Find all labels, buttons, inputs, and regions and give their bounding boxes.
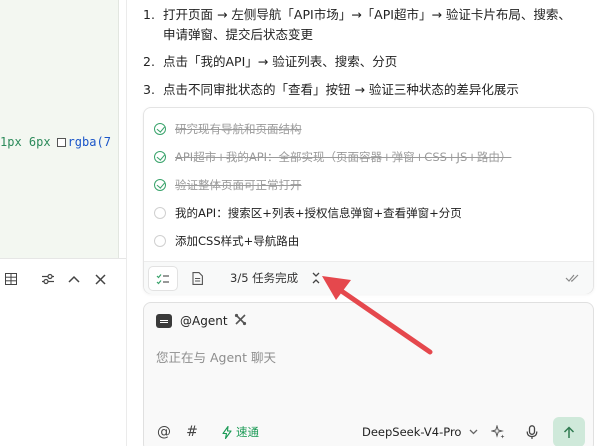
task-text: 添加CSS样式+导航路由 (175, 234, 300, 248)
task-footer: 3/5 任务完成 (144, 261, 593, 294)
left-pane: 1px 6px rgba(7 (0, 0, 127, 446)
hash-icon[interactable]: # (184, 419, 200, 445)
speed-label: 速通 (236, 425, 259, 439)
task-item[interactable]: 研究现有导航和页面结构 (154, 119, 302, 139)
bot-icon (156, 314, 172, 328)
step-item: 1. 打开页面 → 左侧导航「API市场」→「API超市」→ 验证卡片布局、搜索、 (143, 5, 571, 25)
code-function: rgba(7 (67, 135, 111, 149)
empty-circle-icon (154, 235, 166, 247)
task-list-button[interactable] (148, 266, 178, 291)
step-item: 3. 点击不同审批状态的「查看」按钮 → 验证三种状态的差异化展示 (143, 80, 519, 100)
code-editor[interactable] (0, 0, 118, 258)
empty-circle-icon (154, 207, 166, 219)
task-item[interactable]: 添加CSS样式+导航路由 (154, 231, 299, 251)
task-item[interactable]: 验证整体页面可正常打开 (154, 175, 302, 195)
tools-icon (234, 313, 247, 329)
at-mention-icon[interactable]: @ (156, 419, 172, 445)
step-number: 2. (143, 54, 155, 69)
step-item-continuation: 申请弹窗、提交后状态变更 (163, 27, 314, 42)
collapse-icon[interactable] (310, 270, 322, 286)
panel-toolbar (0, 264, 127, 294)
task-card: 研究现有导航和页面结构 API超市+我的API：全部实现（页面容器+弹窗+CSS… (143, 107, 594, 294)
step-number: 1. (143, 7, 155, 22)
chat-input[interactable] (156, 347, 576, 367)
step-item: 2. 点击「我的API」→ 验证列表、搜索、分页 (143, 52, 397, 72)
task-count: 3/5 任务完成 (230, 271, 299, 285)
task-item[interactable]: API超市+我的API：全部实现（页面容器+弹窗+CSS+JS+路由） (154, 147, 511, 167)
code-line: 1px 6px rgba(7 (0, 135, 111, 153)
color-swatch[interactable] (56, 138, 66, 147)
check-circle-icon (154, 179, 166, 191)
chevron-up-icon[interactable] (63, 264, 85, 294)
task-text: 验证整体页面可正常打开 (175, 178, 302, 192)
agent-toolbar: @ # 速通 DeepSeek-V4-Pro (144, 417, 593, 446)
speed-mode-toggle[interactable]: 速通 (222, 419, 259, 445)
chevron-down-icon (469, 427, 478, 438)
step-text: 打开页面 → 左侧导航「API市场」→「API超市」→ 验证卡片布局、搜索、 (163, 7, 571, 22)
check-circle-icon (154, 123, 166, 135)
checklist-icon (156, 273, 169, 284)
model-label: DeepSeek-V4-Pro (362, 425, 462, 439)
document-button[interactable] (182, 266, 212, 291)
code-value: 1px 6px (0, 135, 51, 149)
agent-input-box: @Agent @ # 速通 DeepSeek-V4-Pro (143, 302, 594, 446)
arrow-up-icon (563, 425, 575, 438)
agent-mention-chip[interactable]: @Agent (156, 311, 247, 331)
editor-gutter-line (118, 0, 119, 258)
send-button[interactable] (553, 417, 585, 446)
check-circle-icon (154, 151, 166, 163)
task-text: API超市+我的API：全部实现（页面容器+弹窗+CSS+JS+路由） (175, 150, 512, 164)
document-icon (191, 272, 203, 285)
sliders-icon[interactable] (37, 264, 59, 294)
table-icon[interactable] (0, 264, 22, 294)
task-item[interactable]: 我的API：搜索区+列表+授权信息弹窗+查看弹窗+分页 (154, 203, 462, 223)
task-text: 研究现有导航和页面结构 (175, 122, 302, 136)
microphone-icon[interactable] (523, 419, 541, 445)
step-text: 点击「我的API」→ 验证列表、搜索、分页 (163, 54, 398, 69)
close-icon[interactable] (89, 264, 111, 294)
step-text: 点击不同审批状态的「查看」按钮 → 验证三种状态的差异化展示 (163, 82, 519, 97)
task-text: 我的API：搜索区+列表+授权信息弹窗+查看弹窗+分页 (175, 206, 462, 220)
model-select[interactable]: DeepSeek-V4-Pro (362, 419, 478, 445)
agent-mention: @Agent (180, 314, 228, 328)
step-number: 3. (143, 82, 155, 97)
pane-divider[interactable] (126, 0, 127, 446)
double-check-icon[interactable] (565, 269, 581, 288)
panel-divider (0, 258, 127, 259)
lightning-icon (222, 425, 232, 439)
sparkle-icon[interactable] (489, 419, 507, 445)
